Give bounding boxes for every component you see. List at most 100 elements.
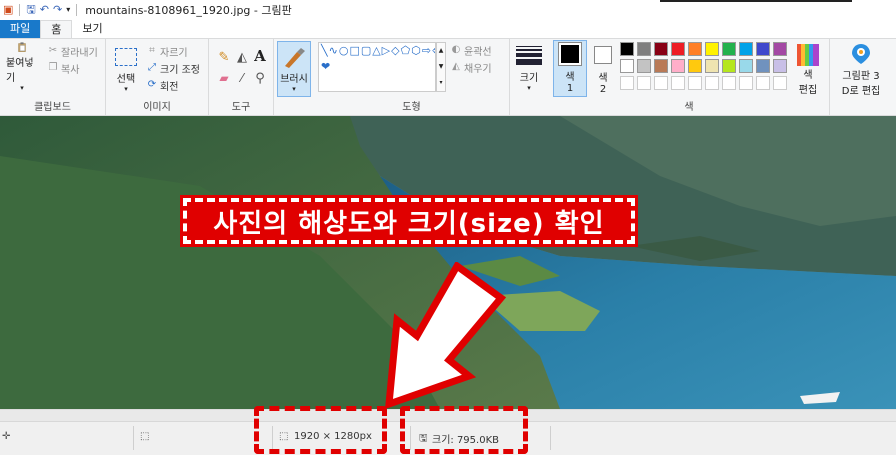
copy-button[interactable]: 복사 (61, 61, 79, 76)
palette-swatch[interactable] (722, 42, 736, 56)
colors-group: 색 1 색 2 색 편집 그림판 3 D로 편집 색 (549, 39, 896, 116)
custom-color-slot[interactable] (637, 76, 651, 90)
color1-button[interactable]: 색 1 (553, 40, 587, 97)
cut-button[interactable]: 잘라내기 (61, 44, 98, 59)
resize-button[interactable]: 크기 조정 (160, 61, 200, 76)
paste-label: 붙여넣기 (6, 58, 34, 84)
undo-icon[interactable]: ↶ (40, 3, 49, 17)
fill-bucket-icon[interactable]: ◭ (234, 49, 250, 65)
palette-swatch[interactable] (756, 42, 770, 56)
palette-swatch[interactable] (671, 59, 685, 73)
clipboard-group-label: 클립보드 (34, 102, 71, 113)
annotation-arrow (385, 262, 507, 408)
palette-swatch[interactable] (688, 42, 702, 56)
custom-color-slot[interactable] (756, 76, 770, 90)
fill-icon: ◭ (452, 60, 460, 72)
select-button[interactable]: 선택 ▾ (112, 45, 140, 95)
edit-colors-button[interactable]: 색 편집 (793, 42, 823, 98)
rotate-button[interactable]: 회전 (160, 78, 178, 93)
custom-color-slot[interactable] (654, 76, 668, 90)
resize-icon: ⤢ (148, 61, 156, 73)
customize-dropdown-icon[interactable]: ▾ (66, 3, 70, 17)
brush-icon (285, 47, 305, 68)
palette-swatch[interactable] (739, 59, 753, 73)
annotation-callout: 사진의 해상도와 크기(size) 확인 (180, 195, 638, 247)
custom-color-slot[interactable] (671, 76, 685, 90)
save-icon[interactable]: 🖫 (26, 3, 35, 17)
selection-rectangle-icon (115, 47, 137, 66)
palette-swatch[interactable] (705, 42, 719, 56)
palette-swatch[interactable] (654, 42, 668, 56)
paint3d-label-1: 그림판 3 (842, 71, 880, 82)
pencil-icon[interactable]: ✎ (216, 49, 232, 65)
paint3d-button[interactable]: 그림판 3 D로 편집 (833, 42, 889, 98)
color1-label: 색 (565, 72, 575, 83)
title-bar: ▣ 🖫 ↶ ↷ ▾ mountains-8108961_1920.jpg - 그… (0, 0, 896, 20)
tab-home[interactable]: 홈 (40, 20, 73, 38)
brush-button[interactable]: 브러시 ▾ (277, 41, 311, 97)
dimensions-highlight (254, 406, 387, 454)
size-button[interactable]: 크기 ▾ (512, 42, 546, 94)
image-group: 선택 ▾ ⌗ 자르기 ⤢ 크기 조정 ⟳ 회전 이미지 (106, 39, 209, 116)
paint3d-label-2: D로 편집 (841, 86, 881, 97)
chevron-down-icon: ▾ (292, 84, 296, 93)
quick-access-toolbar: ▣ 🖫 ↶ ↷ ▾ (0, 0, 79, 20)
tab-view[interactable]: 보기 (72, 20, 112, 38)
custom-color-slot[interactable] (773, 76, 787, 90)
custom-color-slot[interactable] (705, 76, 719, 90)
line-width-icon (516, 44, 542, 67)
eraser-icon[interactable]: ▰ (216, 70, 232, 86)
custom-color-slot[interactable] (688, 76, 702, 90)
text-icon[interactable]: A (252, 47, 268, 65)
ribbon: 붙여넣기 ▾ ✂ 잘라내기 ❐ 복사 클립보드 선택 ▾ ⌗ 자르기 ⤢ 크기 … (0, 38, 896, 116)
palette-swatch[interactable] (637, 59, 651, 73)
tab-file[interactable]: 파일 (0, 20, 41, 38)
color2-swatch (594, 45, 612, 64)
palette-swatch[interactable] (773, 42, 787, 56)
scissors-icon: ✂ (48, 44, 58, 56)
color2-number: 2 (599, 83, 607, 95)
color-picker-icon[interactable]: ⁄ (234, 70, 250, 86)
color-palette (620, 42, 810, 96)
custom-color-slot[interactable] (722, 76, 736, 90)
shapes-gallery[interactable]: ╲∿○□▢△▷◇⬠⬡⇨⇦⇧⇩✦★✶◯▭▤⬭⚡❤ (318, 42, 436, 92)
palette-swatch[interactable] (654, 59, 668, 73)
palette-swatch[interactable] (620, 42, 634, 56)
palette-swatch[interactable] (739, 42, 753, 56)
magnifier-icon[interactable]: ⚲ (252, 70, 268, 86)
outline-button[interactable]: 윤곽선 (464, 43, 492, 58)
palette-swatch[interactable] (671, 42, 685, 56)
brush-label: 브러시 (280, 73, 308, 85)
palette-swatch[interactable] (688, 59, 702, 73)
crop-button[interactable]: 자르기 (160, 44, 188, 59)
edit-colors-label-1: 색 (803, 70, 813, 81)
redo-icon[interactable]: ↷ (53, 3, 62, 17)
custom-color-slot[interactable] (739, 76, 753, 90)
tools-group: ✎ ◭ A ▰ ⁄ ⚲ 도구 (209, 39, 274, 116)
paint-app-icon: ▣ (3, 3, 14, 16)
divider (19, 4, 21, 16)
ribbon-tabs: 파일 홈 보기 (0, 20, 896, 38)
window-title: mountains-8108961_1920.jpg - 그림판 (85, 4, 292, 17)
palette-swatch[interactable] (756, 59, 770, 73)
palette-swatch[interactable] (722, 59, 736, 73)
palette-swatch[interactable] (620, 59, 634, 73)
colors-group-label: 색 (684, 102, 694, 113)
palette-swatch[interactable] (705, 59, 719, 73)
palette-swatch[interactable] (773, 59, 787, 73)
cursor-position-icon: ✛ (2, 431, 11, 442)
color2-label: 색 (598, 72, 608, 84)
color-spectrum-icon (797, 44, 819, 66)
fill-button[interactable]: 채우기 (464, 60, 492, 75)
copy-icon: ❐ (48, 61, 58, 73)
shapes-group: ╲∿○□▢△▷◇⬠⬡⇨⇦⇧⇩✦★✶◯▭▤⬭⚡❤ ▲▼▾ ◐ 윤곽선 ◭ 채우기 … (314, 39, 510, 116)
filesize-highlight (400, 406, 528, 454)
palette-swatch[interactable] (637, 42, 651, 56)
paste-button[interactable]: 붙여넣기 ▾ (6, 42, 38, 92)
color1-number: 1 (566, 83, 574, 94)
gallery-scroll[interactable]: ▲ ▼ ▾ (436, 42, 446, 92)
edit-colors-label-2: 편집 (798, 85, 818, 96)
color2-button[interactable]: 색 2 (591, 43, 615, 97)
custom-color-slot[interactable] (620, 76, 634, 90)
chevron-down-icon: ▾ (20, 84, 24, 92)
